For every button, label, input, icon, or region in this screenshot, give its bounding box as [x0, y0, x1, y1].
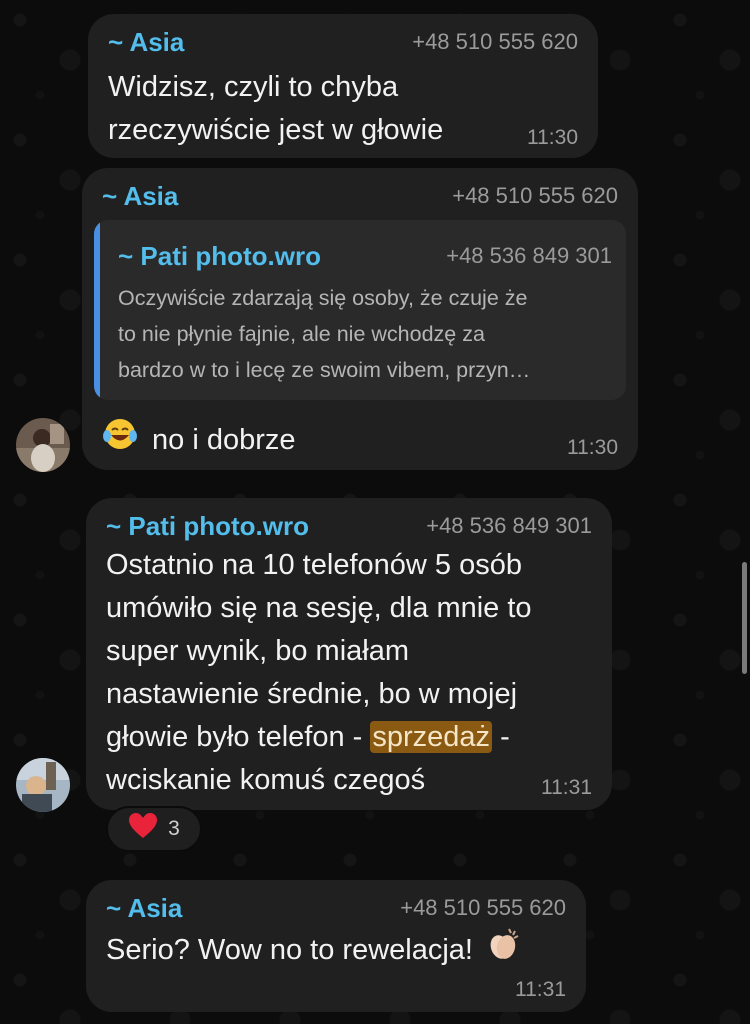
quote-sender-phone: +48 536 849 301 — [446, 243, 612, 268]
sender-phone: +48 510 555 620 — [400, 895, 566, 920]
message-header: ~ Asia +48 510 555 620 — [102, 180, 618, 212]
reaction-count: 3 — [168, 817, 180, 840]
avatar[interactable] — [16, 758, 70, 812]
message-text-line: nastawienie średnie, bo w mojej — [106, 678, 518, 710]
message-time: 11:31 — [541, 776, 592, 799]
message-text-line: wciskanie komuś czegoś — [106, 764, 426, 796]
message-bubble[interactable]: ~ Asia +48 510 555 620 ~ Pati photo.wro … — [82, 168, 638, 470]
quote-text-line: bardzo w to i lecę ze swoim vibem, przyn… — [118, 358, 531, 382]
search-highlight: sprzedaż — [370, 721, 493, 753]
message-text-line: umówiło się na sesję, dla mnie to — [106, 592, 532, 624]
sender-name[interactable]: ~ Asia — [106, 893, 182, 924]
sender-name[interactable]: ~ Asia — [108, 27, 184, 58]
quote-bar — [94, 220, 100, 400]
quote-header: ~ Pati photo.wro +48 536 849 301 — [118, 240, 612, 272]
clapping-hands-icon — [485, 926, 521, 975]
quoted-message[interactable]: ~ Pati photo.wro +48 536 849 301 Oczywiś… — [94, 220, 626, 400]
red-heart-icon — [128, 812, 158, 846]
message-text-content: Serio? Wow no to rewelacja! — [106, 934, 473, 966]
message-text: no i dobrze — [102, 416, 296, 465]
quote-text-line: Oczywiście zdarzają się osoby, że czuje … — [118, 286, 528, 310]
face-with-tears-of-joy-icon — [102, 416, 138, 465]
avatar[interactable] — [16, 418, 70, 472]
sender-phone: +48 510 555 620 — [452, 183, 618, 208]
message-text-segment: - — [492, 721, 510, 753]
message-text-line: Widzisz, czyli to chyba — [108, 71, 399, 103]
sender-name[interactable]: ~ Pati photo.wro — [106, 511, 309, 542]
scrollbar-thumb[interactable] — [742, 562, 747, 674]
message-text-line: głowie było telefon - sprzedaż - — [106, 716, 510, 759]
sender-name[interactable]: ~ Asia — [102, 181, 178, 212]
message-time: 11:30 — [567, 436, 618, 459]
message-bubble[interactable]: ~ Asia +48 510 555 620 Widzisz, czyli to… — [88, 14, 598, 158]
message-text-line: Ostatnio na 10 telefonów 5 osób — [106, 549, 522, 581]
message-text-segment: głowie było telefon - — [106, 721, 371, 753]
quote-text: Oczywiście zdarzają się osoby, że czuje … — [118, 280, 530, 388]
message-header: ~ Asia +48 510 555 620 — [106, 892, 566, 924]
sender-phone: +48 536 849 301 — [426, 513, 592, 538]
message-text-line: rzeczywiście jest w głowie — [108, 114, 444, 146]
reaction-pill[interactable]: 3 — [106, 806, 202, 852]
message-bubble[interactable]: ~ Pati photo.wro +48 536 849 301 Ostatni… — [86, 498, 612, 810]
message-text: Serio? Wow no to rewelacja! — [106, 926, 521, 975]
quote-text-line: to nie płynie fajnie, ale nie wchodzę za — [118, 322, 485, 346]
message-bubble[interactable]: ~ Asia +48 510 555 620 Serio? Wow no to … — [86, 880, 586, 1012]
message-text-line: super wynik, bo miałam — [106, 635, 409, 667]
message-text-content: no i dobrze — [152, 424, 296, 456]
message-time: 11:30 — [527, 126, 578, 149]
sender-phone: +48 510 555 620 — [412, 29, 578, 54]
message-time: 11:31 — [515, 978, 566, 1001]
quote-sender-name: ~ Pati photo.wro — [118, 240, 321, 271]
message-header: ~ Pati photo.wro +48 536 849 301 — [106, 510, 592, 542]
message-header: ~ Asia +48 510 555 620 — [108, 26, 578, 58]
